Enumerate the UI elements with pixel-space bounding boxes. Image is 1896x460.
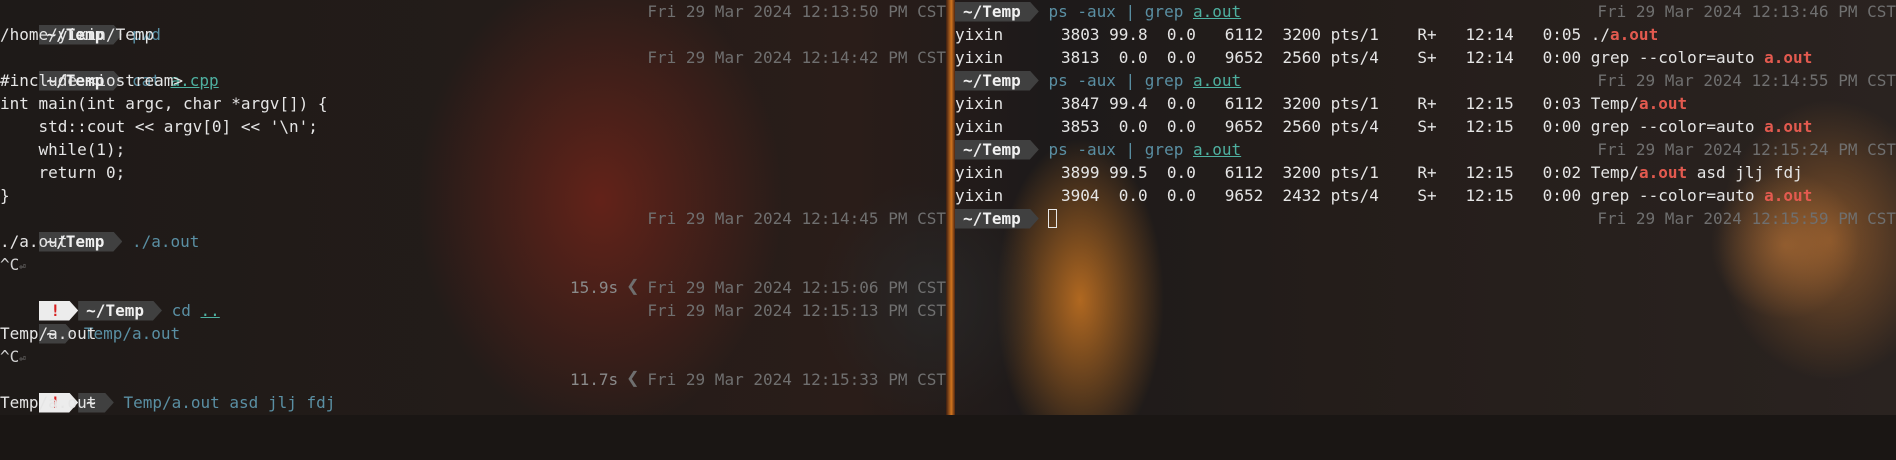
timestamp: Fri 29 Mar 2024 12:13:50 PM CST (647, 2, 946, 21)
pipe-symbol: | (1125, 71, 1136, 90)
process-command: grep --color=auto (1590, 117, 1765, 136)
match-highlight: a.out (1764, 48, 1813, 67)
prompt-line: ! ~ Temp/a.out asd jlj fdj 11.7s ❮ Fri 29 M… (0, 366, 946, 391)
timestamp: Fri 29 Mar 2024 12:15:33 PM CST (647, 370, 946, 389)
command-name: grep (1144, 2, 1184, 21)
prompt-right: 11.7s ❮ Fri 29 Mar 2024 12:15:33 PM CST (569, 366, 946, 391)
interrupt-line: ^C⏎ (0, 347, 26, 366)
return-icon: ⏎ (19, 260, 26, 273)
prompt-right: Fri 29 Mar 2024 12:15:59 PM CST (1597, 207, 1896, 230)
process-columns: yixin 3899 99.5 0.0 6112 3200 pts/1 R+ 1… (955, 163, 1591, 182)
process-command: Temp/ (1590, 94, 1639, 113)
match-highlight: a.out (1638, 94, 1688, 113)
process-row: yixin 3853 0.0 0.0 9652 2560 pts/4 S+ 12… (955, 115, 1896, 138)
code-line: #include <iostream> (0, 71, 184, 90)
prompt-line: ~/Temp ps -aux | grep a.out Fri 29 Mar 20… (955, 138, 1896, 161)
code-line: int main(int argc, char *argv[]) { (0, 94, 328, 113)
timestamp: Fri 29 Mar 2024 12:15:59 PM CST (1597, 209, 1896, 228)
command-name: ps -aux (1048, 2, 1116, 21)
process-columns: yixin 3847 99.4 0.0 6112 3200 pts/1 R+ 1… (955, 94, 1591, 113)
match-highlight: a.out (1610, 25, 1659, 44)
prompt-right: Fri 29 Mar 2024 12:13:50 PM CST (647, 0, 946, 23)
output-line: Temp/a.out (0, 324, 97, 343)
prompt-line: ~/Temp ps -aux | grep a.out Fri 29 Mar 20… (955, 0, 1896, 23)
timestamp: Fri 29 Mar 2024 12:15:24 PM CST (1597, 140, 1896, 159)
process-columns: yixin 3904 0.0 0.0 9652 2432 pts/4 S+ 12… (955, 186, 1591, 205)
path-segment: ~/Temp (955, 209, 1039, 229)
duration: 11.7s (569, 370, 619, 389)
chevron-left-icon: ❮ (626, 274, 640, 299)
block-cursor-icon[interactable] (1048, 208, 1058, 228)
timestamp: Fri 29 Mar 2024 12:14:45 PM CST (647, 209, 946, 228)
process-columns: yixin 3803 99.8 0.0 6112 3200 pts/1 R+ 1… (955, 25, 1591, 44)
command-text: ps -aux | grep a.out (1048, 71, 1241, 90)
process-command: Temp/ (1590, 163, 1639, 182)
timestamp: Fri 29 Mar 2024 12:14:55 PM CST (1597, 71, 1896, 90)
process-command: grep --color=auto (1590, 186, 1765, 205)
terminal-pane-left[interactable]: ~/Temp pwd Fri 29 Mar 2024 12:13:50 PM C… (0, 0, 946, 414)
timestamp: Fri 29 Mar 2024 12:15:06 PM CST (647, 278, 946, 297)
path-segment: ~/Temp (955, 2, 1039, 22)
process-row: yixin 3899 99.5 0.0 6112 3200 pts/1 R+ 1… (955, 161, 1896, 184)
code-line: std::cout << argv[0] << '\n'; (0, 117, 318, 136)
command-arg: a.out (1192, 140, 1242, 159)
prompt-line: ~/Temp cat a.cpp Fri 29 Mar 2024 12:14:4… (0, 46, 946, 69)
prompt-line: ~/Temp ps -aux | grep a.out Fri 29 Mar 20… (955, 69, 1896, 92)
prompt-right: Fri 29 Mar 2024 12:15:13 PM CST (647, 299, 946, 322)
process-columns: yixin 3853 0.0 0.0 9652 2560 pts/4 S+ 12… (955, 117, 1591, 136)
command-arg: a.out (1192, 2, 1242, 21)
terminal-pane-right[interactable]: ~/Temp ps -aux | grep a.out Fri 29 Mar 20… (955, 0, 1896, 230)
output-line: Temp/a.out (0, 393, 97, 412)
process-row: yixin 3847 99.4 0.0 6112 3200 pts/1 R+ 1… (955, 92, 1896, 115)
prompt-right: 15.9s ❮ Fri 29 Mar 2024 12:15:06 PM CST (569, 274, 946, 299)
prompt-right: Fri 29 Mar 2024 12:14:45 PM CST (647, 207, 946, 230)
match-highlight: a.out (1764, 117, 1813, 136)
timestamp: Fri 29 Mar 2024 12:15:13 PM CST (647, 301, 946, 320)
process-command: grep --color=auto (1590, 48, 1765, 67)
prompt-line: ~/Temp ./a.out Fri 29 Mar 2024 12:14:45 … (0, 207, 946, 230)
command-arg: a.out (1192, 71, 1242, 90)
prompt-right: Fri 29 Mar 2024 12:13:46 PM CST (1597, 0, 1896, 23)
process-row: yixin 3813 0.0 0.0 9652 2560 pts/4 S+ 12… (955, 46, 1896, 69)
match-highlight: a.out (1638, 163, 1688, 182)
chevron-left-icon: ❮ (626, 366, 640, 391)
process-columns: yixin 3813 0.0 0.0 9652 2560 pts/4 S+ 12… (955, 48, 1591, 67)
command-name: ps -aux (1048, 71, 1116, 90)
command-name: grep (1144, 140, 1184, 159)
prompt-line: ~/Temp Fri 29 Mar 2024 12:15:59 PM CST (955, 207, 1896, 230)
prompt-right: Fri 29 Mar 2024 12:14:55 PM CST (1597, 69, 1896, 92)
pipe-symbol: | (1125, 140, 1136, 159)
prompt-right: Fri 29 Mar 2024 12:15:24 PM CST (1597, 138, 1896, 161)
prompt-line: ! ~/Temp cd .. 15.9s ❮ Fri 29 Mar 2024 12:1… (0, 274, 946, 299)
output-line: ./a.out (0, 232, 68, 251)
duration: 15.9s (569, 278, 619, 297)
prompt-line: ~ Temp/a.out Fri 29 Mar 2024 12:15:13 PM… (0, 299, 946, 322)
process-command: ./ (1590, 25, 1611, 44)
timestamp: Fri 29 Mar 2024 12:13:46 PM CST (1597, 2, 1896, 21)
process-args: asd jlj fdj (1687, 163, 1803, 182)
command-text: ps -aux | grep a.out (1048, 140, 1241, 159)
code-line: return 0; (0, 163, 126, 182)
pipe-symbol: | (1125, 2, 1136, 21)
path-segment: ~/Temp (955, 71, 1039, 91)
timestamp: Fri 29 Mar 2024 12:14:42 PM CST (647, 48, 946, 67)
prompt-right: Fri 29 Mar 2024 12:14:42 PM CST (647, 46, 946, 69)
code-line: while(1); (0, 140, 126, 159)
return-icon: ⏎ (19, 352, 26, 365)
process-row: yixin 3904 0.0 0.0 9652 2432 pts/4 S+ 12… (955, 184, 1896, 207)
command-text: ps -aux | grep a.out (1048, 2, 1241, 21)
command-name: ps -aux (1048, 140, 1116, 159)
output-line: /home/yixin/Temp (0, 25, 155, 44)
pane-divider (946, 0, 955, 415)
prompt-line: ~/Temp pwd Fri 29 Mar 2024 12:13:50 PM C… (0, 0, 946, 23)
path-segment: ~/Temp (955, 140, 1039, 160)
match-highlight: a.out (1764, 186, 1813, 205)
command-name: grep (1144, 71, 1184, 90)
process-row: yixin 3803 99.8 0.0 6112 3200 pts/1 R+ 1… (955, 23, 1896, 46)
interrupt-line: ^C⏎ (0, 255, 26, 274)
code-line: } (0, 186, 10, 205)
